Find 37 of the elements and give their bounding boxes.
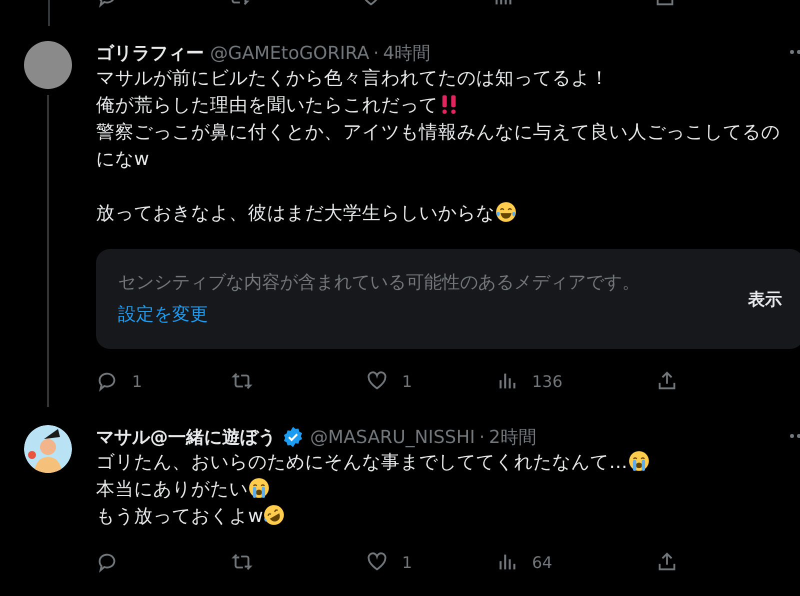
avatar-photo-placeholder[interactable] — [24, 41, 72, 89]
post-text: 放っておきなよ、彼はまだ大学生らしいからな — [96, 203, 495, 224]
retweet-icon[interactable] — [231, 551, 253, 573]
post-text: マサルが前にビルたくから色々言われてたのは知ってるよ！ — [96, 68, 609, 89]
post-time[interactable]: 4時間 — [383, 41, 430, 65]
separator-dot: · — [373, 42, 379, 64]
user-name[interactable]: マサル@一緒に遊ぼう — [96, 425, 276, 449]
post-text: ゴリたん、おいらのためにそんな事までしててくれたなんて… — [96, 452, 628, 473]
post-text: 俺が荒らした理由を聞いたらこれだって — [96, 95, 438, 116]
reply-icon[interactable] — [96, 370, 118, 392]
sensitive-media-message: センシティブな内容が含まれている可能性のあるメディアです。 — [118, 272, 640, 293]
rolling-laughing-emoji-icon — [263, 504, 286, 526]
post-text: もう放っておくよw — [96, 506, 264, 527]
avatar-cartoon-icon[interactable] — [24, 425, 72, 473]
crying-emoji-icon — [628, 450, 650, 472]
reply-icon[interactable] — [96, 551, 118, 573]
share-icon[interactable] — [656, 370, 678, 392]
share-icon[interactable] — [656, 551, 678, 573]
post-text: 警察ごっこが鼻に付くとか、アイツも情報みんなに与えて良い人ごっこしてるのになw — [96, 122, 780, 170]
show-media-button[interactable]: 表示 — [728, 282, 782, 316]
separator-dot: · — [479, 426, 485, 448]
like-icon[interactable] — [366, 370, 388, 392]
action-count: 64 — [532, 552, 552, 572]
action-count: 1 — [402, 552, 412, 572]
post-time[interactable]: 2時間 — [488, 425, 536, 449]
post-text: 本当にありがたい — [96, 479, 248, 500]
user-name[interactable]: ゴリラフィー — [96, 41, 204, 65]
retweet-icon[interactable] — [231, 370, 253, 392]
action-count: 1 — [132, 372, 142, 390]
action-count: 1 — [402, 372, 412, 390]
action-count: 136 — [532, 372, 563, 390]
user-handle[interactable]: @GAMEtoGORIRA — [210, 42, 370, 64]
laughing-tears-emoji-icon — [495, 201, 517, 223]
user-handle[interactable]: @MASARU_NISSHI — [310, 426, 476, 448]
change-settings-link[interactable]: 設定を変更 — [118, 304, 208, 325]
crying-emoji-icon — [248, 477, 270, 499]
like-icon[interactable] — [366, 551, 388, 573]
